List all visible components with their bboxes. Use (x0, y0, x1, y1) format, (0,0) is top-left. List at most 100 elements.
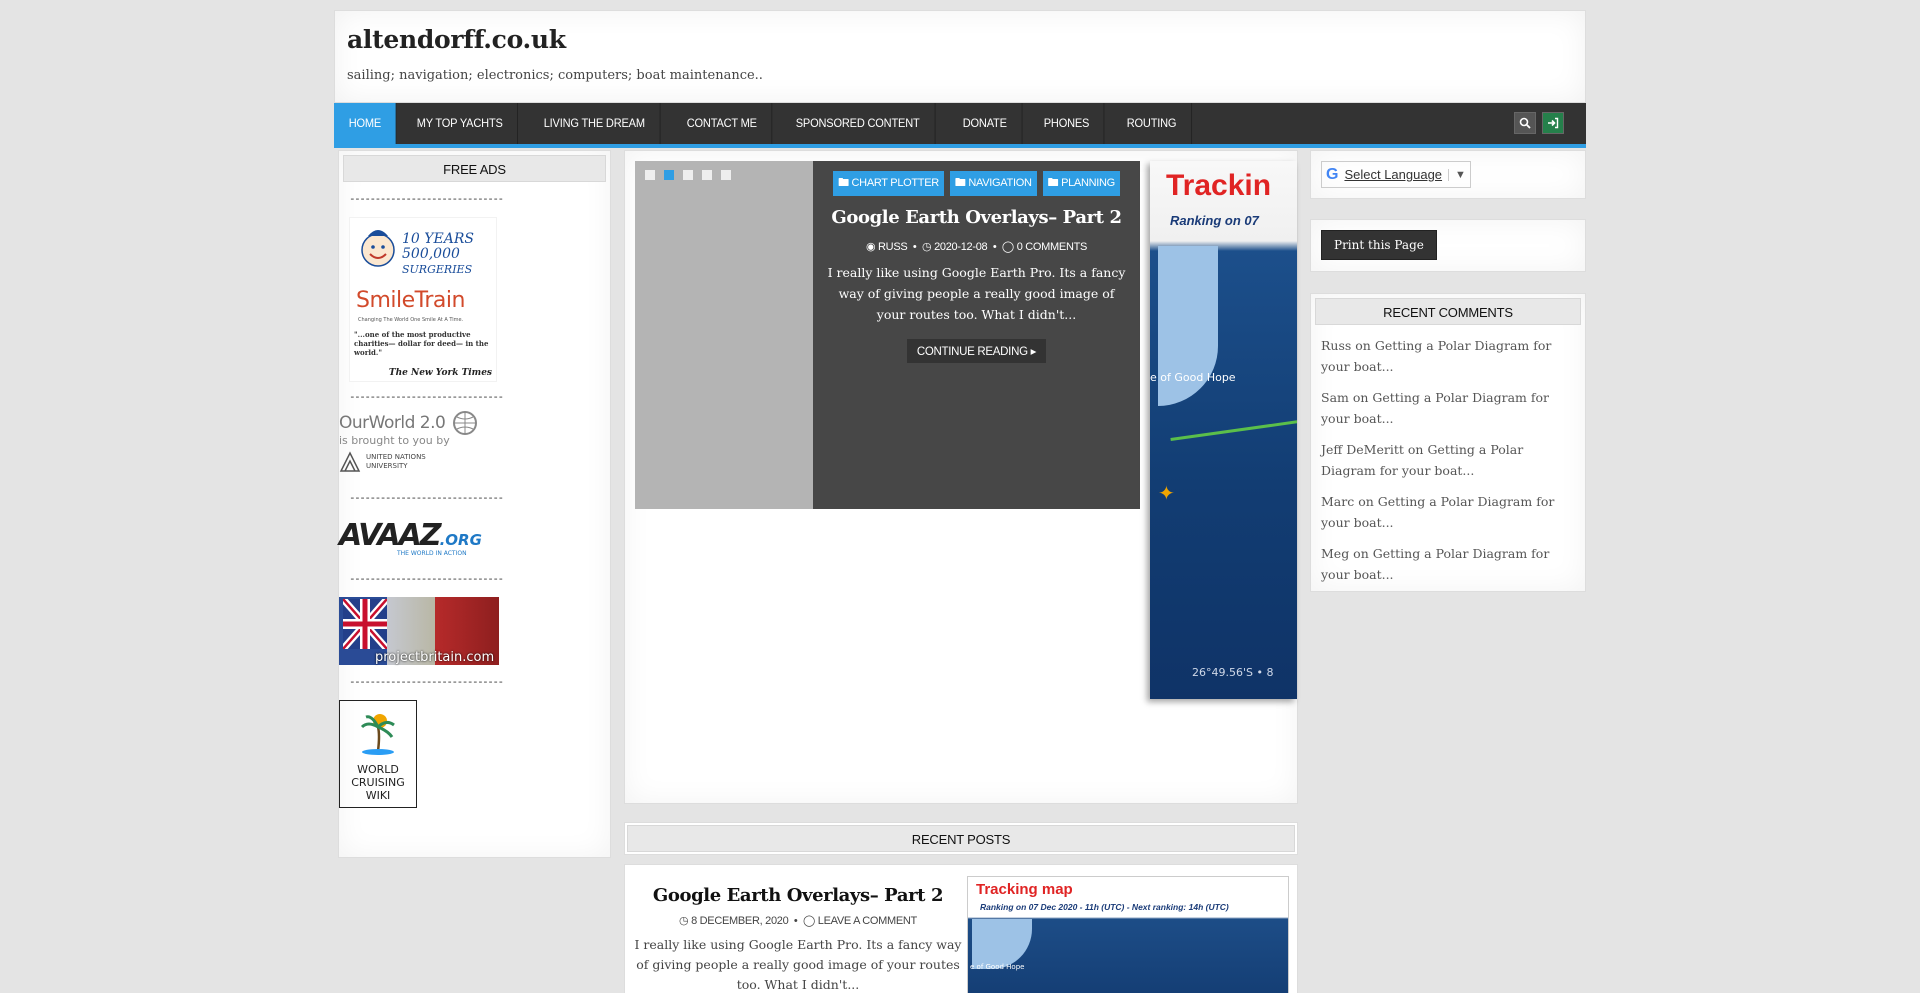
nav-icon-group (1514, 112, 1564, 134)
slide-post-title[interactable]: Google Earth Overlays– Part 2 (813, 207, 1140, 228)
route-track-line (1170, 419, 1297, 442)
comment-item: Marc on Getting a Polar Diagram for your… (1321, 494, 1555, 530)
recent-posts-header: Recent Posts (624, 822, 1298, 855)
recent-posts-heading: Recent Posts (627, 825, 1295, 852)
slide-post-meta: ◉ Russ • ◷ 2020-12-08 • ◯ 0 Comments (865, 241, 1088, 253)
comment-item: Sam on Getting a Polar Diagram for your … (1321, 390, 1549, 426)
comment-item: Jeff DeMeritt on Getting a Polar Diagram… (1321, 442, 1524, 478)
projectbritain-ad[interactable]: projectbritain.com (339, 597, 499, 665)
slider-pagination (645, 170, 731, 180)
comment-icon: ◯ (1001, 241, 1014, 253)
unu-logo-icon (339, 451, 361, 472)
unu-line2: UNIVERSITY (366, 462, 408, 470)
google-logo-icon: G (1326, 165, 1339, 183)
clock-icon: ◷ (921, 241, 932, 253)
language-select[interactable]: G Select Language ▼ (1321, 161, 1471, 188)
divider: ------------------------------ (349, 572, 504, 585)
category-planning[interactable]: 🖿 Planning (1042, 171, 1120, 196)
unu-line1: UNITED NATIONS (366, 453, 426, 461)
site-tagline: sailing; navigation; electronics; comput… (347, 68, 763, 83)
print-page-button[interactable]: Print this Page (1321, 230, 1437, 260)
next-slide-title: Trackin (1166, 169, 1272, 202)
print-widget: Print this Page (1310, 219, 1586, 272)
caret-right-icon: ▸ (1030, 346, 1037, 358)
divider: ------------------------------ (349, 192, 504, 205)
recent-comments-heading: Recent Comments (1315, 298, 1581, 325)
divider: ------------------------------ (349, 675, 504, 688)
login-icon[interactable] (1542, 112, 1564, 134)
avaaz-brand: AVAAZ (339, 518, 442, 553)
smiletrain-source: The New York Times (388, 368, 492, 378)
smiletrain-brand: SmileTrain (356, 288, 465, 313)
next-slide-place: e of Good Hope (1150, 371, 1236, 384)
leave-comment-link[interactable]: Leave a Comment (818, 915, 918, 927)
nav-item-contact-me[interactable]: Contact Me (672, 103, 773, 144)
right-sidebar: G Select Language ▼ Print this Page Rece… (1310, 150, 1586, 592)
post-summary: Google Earth Overlays– Part 2 ◷ 8 Decemb… (633, 885, 963, 993)
chevron-down-icon[interactable]: ▼ (1448, 168, 1466, 181)
smiletrain-ad[interactable]: 10 YEARS 500,000 SURGERIES SmileTrain Ch… (349, 217, 497, 382)
author-icon: ◉ (865, 241, 876, 253)
continue-reading-button[interactable]: Continue Reading ▸ (906, 339, 1047, 363)
free-ads-heading: Free Ads (343, 155, 606, 182)
slide-excerpt: I really like using Google Earth Pro. It… (827, 265, 1126, 322)
slider-dot-1[interactable] (645, 170, 655, 180)
union-jack-icon (343, 599, 387, 649)
smiletrain-years: 10 YEARS (402, 231, 474, 247)
nav-item-donate[interactable]: Donate (948, 103, 1023, 144)
smiletrain-slogan: Changing The World One Smile At A Time. (358, 317, 464, 323)
thumb-subtitle: Ranking on 07 Dec 2020 - 11h (UTC) - Nex… (980, 902, 1229, 912)
next-slide-coords: 26°49.56'S • 8 (1192, 666, 1274, 679)
comment-item: Meg on Getting a Polar Diagram for your … (1321, 546, 1550, 582)
post-title[interactable]: Google Earth Overlays– Part 2 (633, 885, 963, 906)
avaaz-tagline: THE WORLD IN ACTION (397, 550, 467, 557)
world-cruising-wiki-ad[interactable]: WORLD CRUISING WIKI (339, 700, 417, 808)
post-thumbnail[interactable]: Tracking map Ranking on 07 Dec 2020 - 11… (967, 876, 1289, 993)
smiletrain-mascot-icon (361, 230, 395, 267)
nav-item-routing[interactable]: Routing (1112, 103, 1192, 144)
nav-item-phones[interactable]: Phones (1029, 103, 1106, 144)
translate-widget: G Select Language ▼ (1310, 150, 1586, 199)
ourworld-ad[interactable]: OurWorld 2.0 is brought to you by UNITED… (339, 411, 481, 481)
left-sidebar: Free Ads ------------------------------ … (338, 150, 611, 858)
language-select-label[interactable]: Select Language (1344, 167, 1442, 182)
search-icon[interactable] (1514, 112, 1536, 134)
comment-author: Marc (1321, 494, 1355, 509)
boat-marker-icon: ✦ (1158, 481, 1175, 505)
slider-dot-2[interactable] (664, 170, 674, 180)
smiletrain-surgeries: SURGERIES (402, 263, 473, 276)
smiletrain-count: 500,000 (402, 246, 460, 262)
main-content: 🖿 Chart Plotter 🖿 Navigation 🖿 Planning … (624, 150, 1298, 804)
featured-slider[interactable]: 🖿 Chart Plotter 🖿 Navigation 🖿 Planning … (635, 161, 1140, 509)
nav-item-home[interactable]: Home (334, 103, 397, 144)
site-header: altendorff.co.uk sailing; navigation; el… (334, 10, 1586, 103)
category-chart-plotter[interactable]: 🖿 Chart Plotter (833, 171, 944, 196)
next-slide-preview[interactable]: Trackin Ranking on 07 e of Good Hope ✦ 2… (1150, 161, 1297, 699)
divider: ------------------------------ (349, 390, 504, 403)
comment-icon: ◯ (802, 915, 815, 927)
comment-author: Jeff DeMeritt (1321, 442, 1404, 457)
slider-dot-4[interactable] (702, 170, 712, 180)
folder-icon: 🖿 (838, 177, 849, 189)
nav-item-sponsored-content[interactable]: Sponsored Content (781, 103, 936, 144)
recent-comments-widget: Recent Comments Russ on Getting a Polar … (1310, 293, 1586, 592)
category-navigation[interactable]: 🖿 Navigation (949, 171, 1037, 196)
avaaz-suffix: .ORG (439, 531, 482, 549)
folder-icon: 🖿 (954, 177, 966, 189)
nav-item-living-the-dream[interactable]: Living the Dream (529, 103, 661, 144)
post-card: Google Earth Overlays– Part 2 ◷ 8 Decemb… (624, 864, 1298, 993)
slide-author[interactable]: Russ (878, 241, 908, 253)
site-title[interactable]: altendorff.co.uk (347, 25, 1573, 54)
slider-dot-3[interactable] (683, 170, 693, 180)
slide-comments-link[interactable]: 0 Comments (1017, 241, 1088, 253)
projectbritain-caption: projectbritain.com (375, 650, 495, 665)
nav-item-my-top-yachts[interactable]: My Top Yachts (402, 103, 519, 144)
slide-content: 🖿 Chart Plotter 🖿 Navigation 🖿 Planning … (813, 161, 1140, 509)
comment-author: Meg (1321, 546, 1350, 561)
slider-dot-5[interactable] (721, 170, 731, 180)
post-excerpt: I really like using Google Earth Pro. It… (634, 937, 962, 992)
comment-item: Russ on Getting a Polar Diagram for your… (1321, 338, 1552, 374)
map-land-shape (972, 919, 1032, 969)
avaaz-ad[interactable]: AVAAZ.ORG THE WORLD IN ACTION (339, 518, 487, 558)
next-slide-subtitle: Ranking on 07 (1170, 213, 1259, 228)
